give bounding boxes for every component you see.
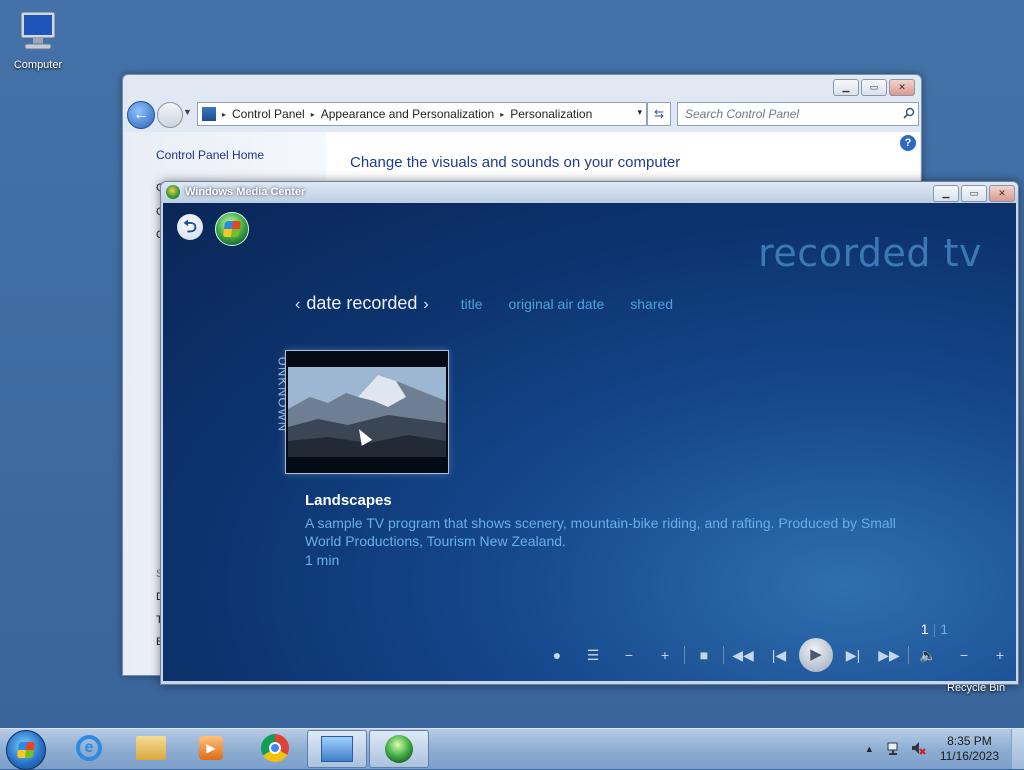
address-bar[interactable]: ▸ Control Panel ▸ Appearance and Persona… bbox=[197, 102, 647, 126]
fast-forward-button[interactable]: ▶▶ bbox=[871, 647, 907, 664]
internet-explorer-icon: e bbox=[76, 735, 102, 761]
current-page: 1 bbox=[920, 621, 929, 637]
media-center-window[interactable]: Windows Media Center ▁ ▭ ✕ ⮌ recorded tv… bbox=[160, 181, 1019, 685]
folder-icon bbox=[136, 736, 166, 760]
refresh-button[interactable]: ⇆ bbox=[647, 102, 671, 126]
control-panel-caption-buttons: ▁ ▭ ✕ bbox=[833, 79, 915, 96]
control-panel-home-link[interactable]: Control Panel Home bbox=[156, 148, 264, 162]
breadcrumb-control-panel[interactable]: Control Panel bbox=[232, 107, 305, 121]
address-dropdown-icon[interactable]: ▾ bbox=[637, 107, 642, 118]
taskbar-media-player[interactable]: ▶ bbox=[182, 730, 240, 766]
breadcrumb-appearance[interactable]: Appearance and Personalization bbox=[321, 107, 494, 121]
search-input[interactable]: Search Control Panel bbox=[677, 102, 919, 126]
program-duration: 1 min bbox=[305, 552, 340, 568]
taskbar-internet-explorer[interactable]: e bbox=[60, 730, 118, 766]
taskbar: e ▶ ▲ 8:35 PM 11/16/2023 bbox=[0, 728, 1024, 770]
breadcrumb-separator: ▸ bbox=[222, 109, 227, 119]
volume-down-button[interactable]: − bbox=[946, 647, 982, 663]
media-center-content: ⮌ recorded tv ‹ date recorded › title orig… bbox=[163, 203, 1016, 681]
section-title: recorded tv bbox=[758, 231, 982, 275]
computer-desktop-icon[interactable]: Computer bbox=[10, 10, 66, 71]
clock-time: 8:35 PM bbox=[947, 734, 992, 748]
divider bbox=[723, 646, 724, 664]
desktop: Computer ▁ ▭ ✕ ← ▼ ▸ Control Panel ▸ App… bbox=[0, 0, 1024, 728]
minimize-button[interactable]: ▁ bbox=[833, 79, 859, 96]
close-button[interactable]: ✕ bbox=[889, 79, 915, 96]
page-separator: | bbox=[932, 621, 937, 637]
rewind-button[interactable]: ◀◀ bbox=[725, 647, 761, 664]
breadcrumb-separator[interactable]: ▸ bbox=[500, 110, 504, 119]
breadcrumb-personalization[interactable]: Personalization bbox=[510, 107, 592, 121]
maximize-button[interactable]: ▭ bbox=[861, 79, 887, 96]
clock-date: 11/16/2023 bbox=[939, 749, 999, 763]
taskbar-media-center[interactable] bbox=[369, 730, 429, 768]
windows-start-orb-icon[interactable] bbox=[215, 212, 249, 246]
program-description: A sample TV program that shows scenery, … bbox=[305, 515, 896, 549]
search-icon[interactable] bbox=[903, 106, 915, 124]
pivot-title[interactable]: title bbox=[461, 296, 483, 312]
window-title: Windows Media Center bbox=[185, 186, 306, 198]
control-panel-icon bbox=[321, 736, 353, 762]
pivot-bar: ‹ date recorded › title original air date … bbox=[289, 293, 673, 314]
taskbar-control-panel[interactable] bbox=[307, 730, 367, 768]
skip-forward-button[interactable]: ▶| bbox=[835, 647, 871, 664]
system-tray: ▲ 8:35 PM 11/16/2023 bbox=[865, 729, 1024, 769]
back-button[interactable]: ← bbox=[127, 101, 155, 129]
page-title: Change the visuals and sounds on your co… bbox=[350, 154, 681, 171]
media-center-titlebar[interactable]: Windows Media Center ▁ ▭ ✕ bbox=[161, 182, 1018, 203]
volume-up-button[interactable]: + bbox=[982, 647, 1016, 663]
chevron-left-icon[interactable]: ‹ bbox=[295, 296, 300, 313]
recent-pages-dropdown[interactable]: ▼ bbox=[183, 107, 192, 117]
record-button[interactable]: ● bbox=[539, 647, 575, 663]
mountain-picture bbox=[288, 367, 446, 457]
stop-button[interactable]: ■ bbox=[686, 647, 722, 663]
taskbar-chrome[interactable] bbox=[246, 730, 304, 766]
control-panel-icon bbox=[202, 107, 216, 121]
control-panel-titlebar[interactable]: ▁ ▭ ✕ bbox=[123, 75, 921, 99]
pivot-original-air-date[interactable]: original air date bbox=[509, 296, 605, 312]
clock[interactable]: 8:35 PM 11/16/2023 bbox=[940, 734, 999, 764]
media-center-icon bbox=[385, 735, 413, 763]
recycle-bin-label[interactable]: Recycle Bin bbox=[947, 682, 1005, 694]
guide-button[interactable]: ☰ bbox=[575, 647, 611, 664]
channel-up-button[interactable]: + bbox=[647, 647, 683, 663]
program-title: Landscapes bbox=[305, 492, 392, 509]
landscape-image bbox=[288, 367, 446, 457]
network-icon[interactable] bbox=[886, 740, 902, 759]
close-button[interactable]: ✕ bbox=[989, 185, 1015, 202]
start-button[interactable] bbox=[6, 730, 46, 770]
pivot-active-label: date recorded bbox=[306, 293, 418, 313]
media-center-caption-buttons: ▁ ▭ ✕ bbox=[933, 185, 1015, 202]
chrome-icon bbox=[261, 734, 289, 762]
divider bbox=[908, 646, 909, 664]
media-center-icon bbox=[166, 185, 180, 199]
media-player-icon: ▶ bbox=[199, 736, 223, 760]
breadcrumb-separator[interactable]: ▸ bbox=[311, 110, 315, 119]
control-panel-navbar: ← ▼ ▸ Control Panel ▸ Appearance and Per… bbox=[127, 101, 919, 129]
volume-muted-icon[interactable] bbox=[910, 740, 926, 759]
back-button[interactable]: ⮌ bbox=[177, 214, 203, 240]
show-hidden-icons-button[interactable]: ▲ bbox=[865, 744, 874, 754]
skip-back-button[interactable]: |◀ bbox=[761, 647, 797, 664]
divider bbox=[684, 646, 685, 664]
pivot-date-recorded[interactable]: ‹ date recorded › bbox=[289, 293, 435, 314]
forward-button[interactable] bbox=[157, 102, 183, 128]
taskbar-file-explorer[interactable] bbox=[122, 730, 180, 766]
transport-controls: ● ☰ − + ■ ◀◀ |◀ ▶ ▶| ▶▶ 🔈 − + bbox=[539, 638, 1016, 672]
help-button[interactable]: ? bbox=[900, 135, 916, 151]
page-indicator: 1 | 1 bbox=[921, 621, 948, 637]
computer-icon bbox=[20, 11, 56, 50]
play-button[interactable]: ▶ bbox=[799, 638, 833, 672]
total-pages: 1 bbox=[940, 621, 948, 637]
restore-button[interactable]: ▭ bbox=[961, 185, 987, 202]
chevron-right-icon[interactable]: › bbox=[423, 296, 428, 313]
mute-button[interactable]: 🔈 bbox=[910, 647, 946, 664]
computer-label: Computer bbox=[13, 59, 63, 71]
show-desktop-button[interactable] bbox=[1011, 729, 1024, 769]
pivot-shared[interactable]: shared bbox=[630, 296, 673, 312]
minimize-button[interactable]: ▁ bbox=[933, 185, 959, 202]
program-thumbnail[interactable] bbox=[285, 350, 449, 474]
channel-down-button[interactable]: − bbox=[611, 647, 647, 663]
